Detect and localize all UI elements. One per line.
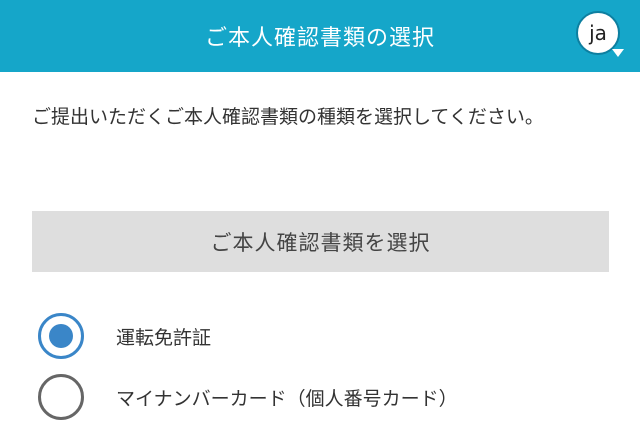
- option-drivers-license[interactable]: 運転免許証: [38, 311, 618, 361]
- option-my-number-card[interactable]: マイナンバーカード（個人番号カード）: [38, 372, 618, 422]
- select-document-button[interactable]: ご本人確認書類を選択: [32, 211, 609, 272]
- chevron-down-icon: [612, 49, 624, 57]
- option-label: 運転免許証: [116, 326, 212, 349]
- radio-button-checked[interactable]: [38, 313, 84, 359]
- radio-dot: [49, 324, 73, 348]
- language-selector[interactable]: ja: [576, 11, 624, 59]
- radio-button-unchecked[interactable]: [38, 374, 84, 420]
- app-header: ご本人確認書類の選択 ja: [0, 0, 640, 72]
- page-title: ご本人確認書類の選択: [204, 26, 435, 51]
- instruction-text: ご提出いただくご本人確認書類の種類を選択してください。: [32, 106, 544, 128]
- option-label: マイナンバーカード（個人番号カード）: [116, 387, 458, 410]
- language-code: ja: [589, 21, 607, 45]
